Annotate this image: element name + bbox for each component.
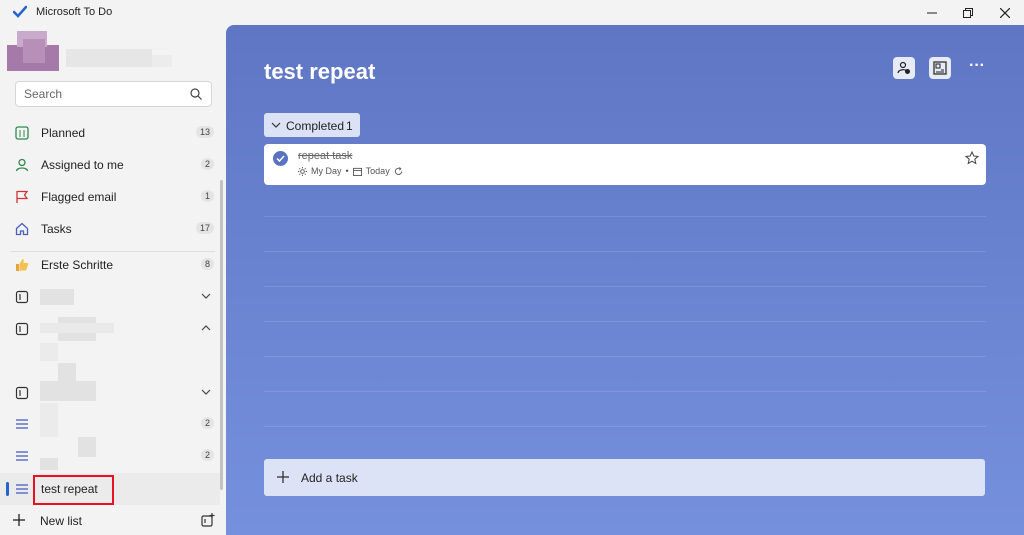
sidebar-item-label: Planned (41, 126, 86, 140)
sidebar-list[interactable]: 2 (0, 440, 220, 472)
task-item[interactable]: repeat task My Day • Today (264, 144, 986, 185)
group-name-redacted (40, 289, 74, 305)
list-name-redacted (40, 458, 58, 470)
redacted-block (40, 343, 58, 361)
task-due-label: Today (365, 166, 390, 176)
search-input[interactable] (16, 82, 186, 106)
sidebar-item-count: 8 (200, 258, 214, 270)
sidebar-item-label: Assigned to me (41, 158, 124, 172)
sidebar-item-count: 1 (200, 190, 214, 202)
person-icon (14, 157, 30, 173)
list-lines-icon (14, 481, 30, 497)
star-icon[interactable] (965, 151, 979, 165)
close-icon (1000, 7, 1010, 18)
task-title[interactable]: repeat task (298, 150, 352, 162)
row-divider (264, 356, 986, 357)
row-divider (264, 391, 986, 392)
sidebar-item-count: 13 (195, 126, 214, 138)
layout-icon (933, 61, 947, 75)
suggestions-button[interactable] (929, 57, 951, 79)
group-icon (14, 321, 30, 337)
completed-label: Completed (286, 119, 345, 133)
sidebar-item-tasks[interactable]: Tasks 17 (0, 213, 220, 245)
sidebar-item-erste-schritte[interactable]: Erste Schritte 8 (0, 249, 220, 281)
plus-icon (13, 514, 25, 526)
restore-icon (963, 7, 973, 18)
add-task-input[interactable]: Add a task (264, 459, 985, 496)
sidebar-item-count: 17 (195, 222, 214, 234)
todo-app-icon (13, 5, 27, 18)
chevron-up-icon[interactable] (200, 322, 212, 334)
search-box[interactable] (15, 81, 212, 107)
account-name-redacted (66, 49, 152, 67)
row-divider (264, 321, 986, 322)
calendar-icon (352, 167, 362, 176)
new-group-icon[interactable] (201, 513, 215, 527)
title-bar: Microsoft To Do (0, 0, 1024, 25)
active-indicator (6, 482, 9, 496)
calendar-grid-icon (14, 125, 30, 141)
sidebar-item-assigned-to-me[interactable]: Assigned to me 2 (0, 149, 220, 181)
row-divider (264, 286, 986, 287)
list-lines-icon (14, 416, 30, 432)
window-title: Microsoft To Do (36, 6, 113, 18)
list-lines-icon (14, 448, 30, 464)
new-list-label: New list (40, 514, 83, 528)
sidebar-item-count: 2 (200, 449, 214, 461)
sidebar-list[interactable]: 2 (0, 408, 220, 440)
group-icon (14, 289, 30, 305)
flag-icon (14, 189, 30, 205)
task-meta: My Day • Today (298, 166, 403, 176)
sidebar-group[interactable] (0, 377, 220, 409)
search-icon[interactable] (189, 87, 203, 101)
sun-icon (298, 166, 307, 176)
restore-button[interactable] (950, 0, 986, 25)
page-title[interactable]: test repeat (264, 59, 375, 85)
minimize-button[interactable] (914, 0, 950, 25)
new-list-button[interactable]: New list (0, 507, 226, 535)
task-complete-checkbox[interactable] (273, 151, 288, 166)
repeat-icon (394, 166, 402, 175)
sidebar: Planned 13 Assigned to me 2 Flagged emai… (0, 25, 226, 535)
group-name-redacted (40, 381, 96, 401)
share-button[interactable] (893, 57, 915, 79)
main-panel: test repeat ··· Completed 1 repeat task … (226, 25, 1024, 535)
group-name-redacted (40, 323, 114, 333)
sidebar-item-flagged-email[interactable]: Flagged email 1 (0, 181, 220, 213)
sidebar-group[interactable] (0, 313, 220, 345)
row-divider (264, 426, 986, 427)
completed-toggle[interactable]: Completed 1 (264, 113, 360, 137)
plus-icon (277, 471, 289, 483)
thumbs-up-icon (14, 257, 30, 273)
home-icon (14, 221, 30, 237)
add-task-label: Add a task (301, 471, 358, 485)
task-my-day-label: My Day (311, 166, 342, 176)
row-divider (264, 216, 986, 217)
chevron-down-icon (271, 122, 281, 128)
account-name-redacted (152, 55, 172, 67)
minimize-icon (927, 12, 937, 13)
avatar[interactable] (7, 31, 59, 71)
sidebar-item-label: Tasks (41, 222, 72, 236)
sidebar-item-label: Erste Schritte (41, 258, 114, 272)
checkmark-icon (276, 155, 285, 163)
sidebar-item-planned[interactable]: Planned 13 (0, 117, 220, 149)
close-button[interactable] (987, 0, 1023, 25)
sidebar-scrollbar[interactable] (220, 180, 223, 490)
more-options-button[interactable]: ··· (966, 57, 988, 79)
group-icon (14, 385, 30, 401)
sidebar-item-count: 2 (200, 158, 214, 170)
chevron-down-icon[interactable] (200, 386, 212, 398)
highlight-annotation (33, 475, 114, 505)
completed-count: 1 (346, 119, 353, 133)
row-divider (264, 251, 986, 252)
sidebar-group[interactable] (0, 281, 220, 313)
share-person-icon (897, 61, 910, 74)
chevron-down-icon[interactable] (200, 290, 212, 302)
meta-separator: • (345, 166, 349, 176)
sidebar-item-count: 2 (200, 417, 214, 429)
sidebar-item-label: Flagged email (41, 190, 117, 204)
